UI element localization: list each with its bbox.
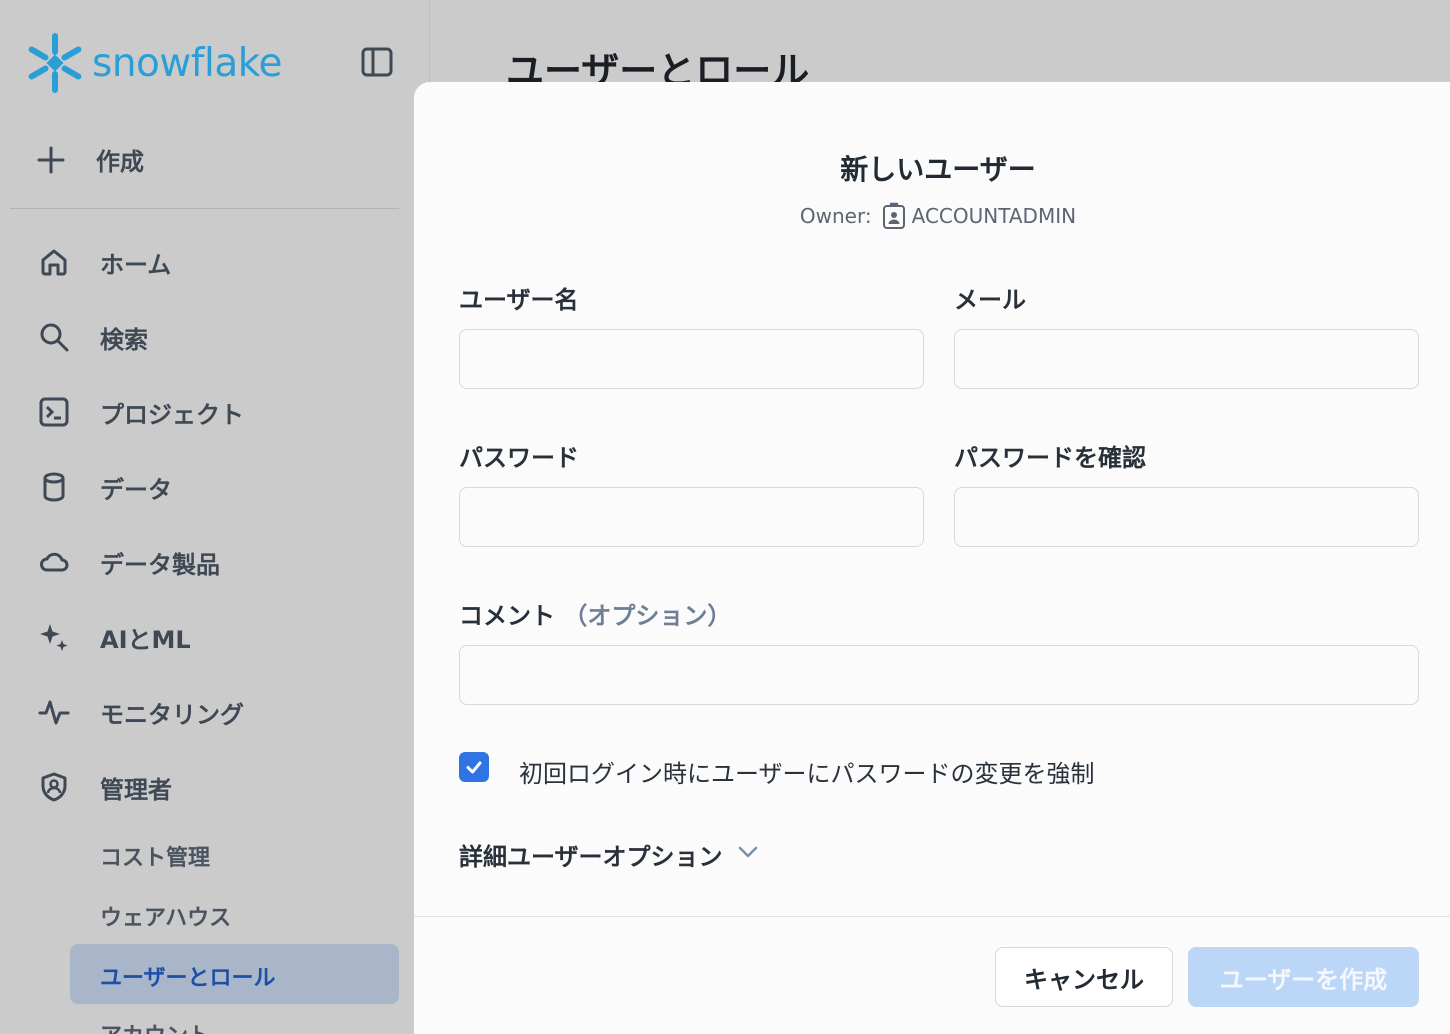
nav-item-ai-ml[interactable]: AIとML (36, 617, 191, 657)
id-badge-icon (882, 202, 906, 230)
sidebar-divider (10, 208, 399, 209)
sidebar-item-users-and-roles[interactable]: ユーザーとロール (70, 944, 399, 1004)
advanced-options-label: 詳細ユーザーオプション (459, 843, 723, 871)
dialog-title: 新しいユーザー (840, 153, 1036, 186)
owner-info: Owner: ACCOUNTADMIN (414, 202, 1450, 230)
cancel-button[interactable]: キャンセル (995, 947, 1173, 1007)
sidebar-item-cost-management[interactable]: コスト管理 (100, 840, 210, 872)
nav-item-projects[interactable]: プロジェクト (36, 392, 244, 432)
check-icon (466, 761, 482, 774)
chevron-down-icon (737, 845, 759, 859)
password-label: パスワード (459, 444, 579, 472)
optional-hint: （オプション） (563, 602, 732, 630)
comment-label-text: コメント (459, 602, 555, 630)
nav-item-admin[interactable]: 管理者 (36, 767, 172, 807)
confirm-password-label: パスワードを確認 (954, 444, 1146, 472)
create-button[interactable]: 作成 (36, 142, 144, 177)
database-icon (36, 469, 72, 505)
owner-role: ACCOUNTADMIN (911, 204, 1077, 228)
password-input[interactable] (459, 487, 924, 547)
footer-divider (414, 916, 1450, 917)
collapse-sidebar-button[interactable] (360, 45, 394, 79)
sidebar-item-label: ユーザーとロール (100, 966, 276, 991)
snowflake-icon (28, 33, 82, 93)
nav-label: 管理者 (100, 775, 172, 804)
snowflake-logo[interactable]: snowflake (24, 32, 282, 94)
nav-item-data-products[interactable]: データ製品 (36, 542, 220, 582)
sidebar-item-warehouses[interactable]: ウェアハウス (100, 900, 231, 932)
nav-item-search[interactable]: 検索 (36, 317, 148, 357)
sparkle-icon (36, 619, 72, 655)
terminal-icon (36, 394, 72, 430)
brand-name: snowflake (92, 40, 282, 86)
username-input[interactable] (459, 329, 924, 389)
nav-item-home[interactable]: ホーム (36, 242, 171, 282)
search-icon (36, 319, 72, 355)
sidebar-item-account[interactable]: アカウント (100, 1018, 210, 1034)
comment-label: コメント （オプション） (459, 596, 731, 631)
email-label: メール (954, 286, 1026, 314)
sidebar-toggle-icon (361, 47, 393, 77)
nav-label: ホーム (100, 250, 172, 279)
force-password-change-checkbox[interactable] (459, 752, 489, 782)
home-icon (36, 244, 72, 280)
owner-prefix: Owner: (799, 204, 872, 228)
activity-icon (36, 694, 72, 730)
username-label: ユーザー名 (459, 286, 579, 314)
force-password-change-label: 初回ログイン時にユーザーにパスワードの変更を強制 (519, 760, 1095, 788)
email-input[interactable] (954, 329, 1419, 389)
nav-label: プロジェクト (100, 400, 244, 429)
nav-item-data[interactable]: データ (36, 467, 172, 507)
shield-user-icon (36, 769, 72, 805)
new-user-dialog: 新しいユーザー Owner: ACCOUNTADMIN ユーザー名 メール パス… (414, 82, 1450, 1034)
nav-label: モニタリング (100, 700, 244, 729)
comment-input[interactable] (459, 645, 1419, 705)
plus-icon (37, 146, 65, 173)
nav-label: データ製品 (100, 550, 220, 579)
create-user-button[interactable]: ユーザーを作成 (1188, 947, 1419, 1007)
nav-item-monitoring[interactable]: モニタリング (36, 692, 244, 732)
nav-label: AIとML (100, 625, 191, 654)
nav-label: 検索 (100, 325, 148, 354)
advanced-options-toggle[interactable]: 詳細ユーザーオプション (459, 837, 759, 872)
create-label: 作成 (96, 148, 144, 176)
nav-label: データ (100, 475, 172, 504)
cloud-icon (36, 544, 72, 580)
confirm-password-input[interactable] (954, 487, 1419, 547)
sidebar: snowflake 作成 ホーム 検索 プロジェクト データ データ製品 AIと… (0, 0, 430, 1034)
